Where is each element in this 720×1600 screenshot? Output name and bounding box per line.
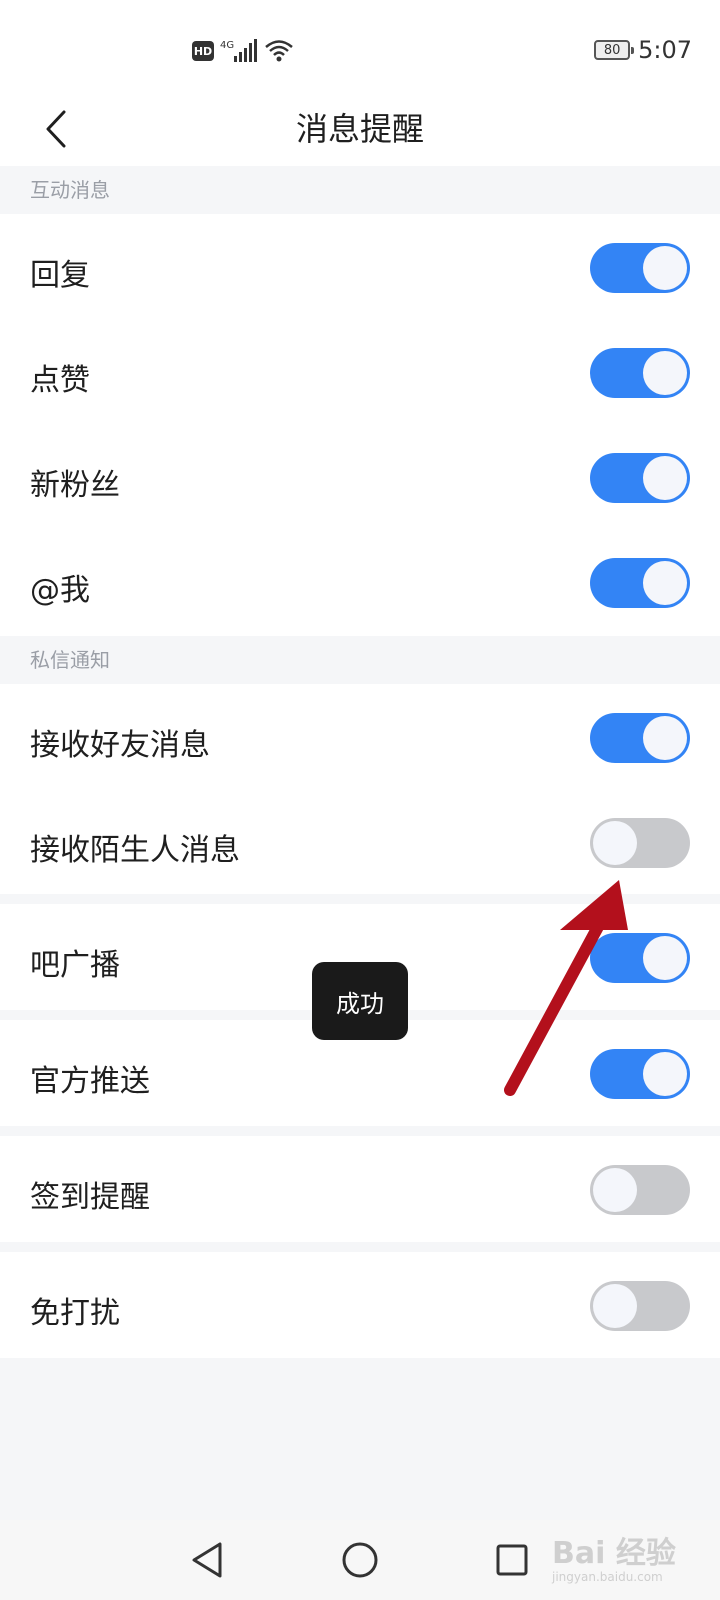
- setting-label-official-push: 官方推送: [30, 1064, 150, 1099]
- setting-label-new-fans: 新粉丝: [30, 468, 120, 503]
- setting-label-bar-broadcast: 吧广播: [30, 948, 120, 983]
- section-header-interaction: 互动消息: [0, 166, 720, 214]
- toggle-knob: [643, 936, 687, 980]
- toggle-knob: [643, 716, 687, 760]
- cellular-signal-icon: 4G: [220, 39, 257, 62]
- settings-group-private-messages: 接收好友消息 接收陌生人消息: [0, 684, 720, 894]
- baidu-jingyan-watermark: Bai 经验 jingyan.baidu.com: [552, 1528, 702, 1588]
- settings-group-interaction: 回复 点赞 新粉丝 @我: [0, 214, 720, 636]
- toggle-checkin-reminder[interactable]: [590, 1165, 690, 1215]
- toast-text: 成功: [336, 989, 384, 1018]
- setting-label-do-not-disturb: 免打扰: [30, 1296, 120, 1331]
- toggle-do-not-disturb[interactable]: [590, 1281, 690, 1331]
- toggle-mention[interactable]: [590, 558, 690, 608]
- watermark-brand: Bai 经验: [552, 1536, 676, 1571]
- setting-row-do-not-disturb: 免打扰: [0, 1252, 720, 1358]
- toggle-bar-broadcast[interactable]: [590, 933, 690, 983]
- circle-home-icon: [342, 1542, 378, 1578]
- triangle-back-icon: [192, 1542, 222, 1578]
- toggle-like[interactable]: [590, 348, 690, 398]
- hd-badge: HD: [192, 41, 214, 61]
- toggle-friend-messages[interactable]: [590, 713, 690, 763]
- title-bar: 消息提醒: [0, 100, 720, 166]
- clock: 5:07: [638, 36, 692, 64]
- toggle-reply[interactable]: [590, 243, 690, 293]
- toggle-knob: [643, 1052, 687, 1096]
- toggle-knob: [643, 561, 687, 605]
- toggle-knob: [643, 246, 687, 290]
- nav-home-button[interactable]: [336, 1536, 384, 1584]
- setting-label-stranger-messages: 接收陌生人消息: [30, 833, 240, 868]
- status-right: 80 5:07: [594, 36, 692, 64]
- network-type-label: 4G: [220, 40, 234, 51]
- nav-recents-button[interactable]: [488, 1536, 536, 1584]
- wifi-icon: [265, 40, 293, 62]
- success-toast: 成功: [312, 962, 408, 1040]
- toggle-new-fans[interactable]: [590, 453, 690, 503]
- page-title: 消息提醒: [295, 110, 424, 148]
- toggle-knob: [643, 456, 687, 500]
- setting-label-like: 点赞: [30, 363, 90, 398]
- status-icons: HD 4G: [192, 38, 294, 64]
- toggle-knob: [593, 1284, 637, 1328]
- setting-label-mention: @我: [30, 573, 90, 608]
- toggle-official-push[interactable]: [590, 1049, 690, 1099]
- watermark-url: jingyan.baidu.com: [552, 1570, 663, 1584]
- status-bar: HD 4G 80 5:07: [0, 0, 720, 100]
- toggle-knob: [593, 1168, 637, 1212]
- battery-level: 80: [603, 42, 621, 58]
- toggle-stranger-messages[interactable]: [590, 818, 690, 868]
- setting-row-checkin-reminder: 签到提醒: [0, 1136, 720, 1242]
- section-header-private-messages: 私信通知: [0, 636, 720, 684]
- setting-label-reply: 回复: [30, 258, 90, 293]
- square-recents-icon: [496, 1544, 528, 1576]
- nav-back-button[interactable]: [184, 1536, 232, 1584]
- battery-icon: 80: [594, 40, 635, 60]
- toggle-knob: [593, 821, 637, 865]
- setting-label-friend-messages: 接收好友消息: [30, 728, 210, 763]
- toggle-knob: [643, 351, 687, 395]
- setting-label-checkin-reminder: 签到提醒: [30, 1180, 150, 1215]
